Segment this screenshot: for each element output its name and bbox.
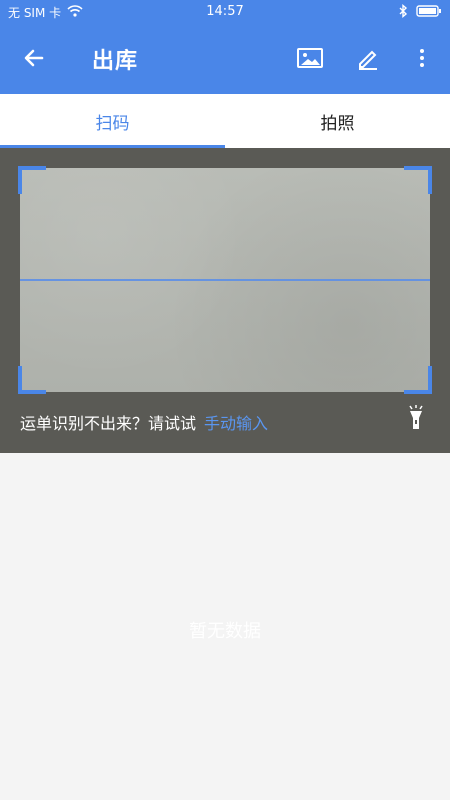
flashlight-icon [406,405,426,435]
tab-photo-label: 拍照 [320,113,355,134]
list-empty-area: 暂无数据 [0,453,450,800]
scan-frame [18,166,432,394]
scan-corner-top-right [404,166,432,194]
more-button[interactable] [404,42,440,78]
scan-line [20,279,430,281]
manual-input-link[interactable]: 手动输入 [204,410,268,434]
scan-corner-top-left [18,166,46,194]
status-bar: 无 SIM 卡 14:57 [0,0,450,24]
image-icon [296,46,324,74]
scan-corner-bottom-right [404,366,432,394]
more-vert-icon [418,46,426,74]
tab-scan[interactable]: 扫码 [0,94,225,148]
gallery-button[interactable] [292,42,328,78]
tab-scan-label: 扫码 [95,113,130,134]
bluetooth-icon [398,4,408,21]
back-button[interactable] [16,42,52,78]
scan-corner-bottom-left [18,366,46,394]
pencil-icon [354,44,382,76]
page-title: 出库 [92,49,139,74]
edit-button[interactable] [350,42,386,78]
torch-button[interactable] [404,405,428,435]
tab-bar: 扫码 拍照 [0,94,450,148]
status-right [398,4,442,21]
scan-hint-text: 运单识别不出来？请试试 [20,414,197,433]
battery-icon [416,5,442,20]
scan-hint: 运单识别不出来？请试试 手动输入 [20,410,268,434]
arrow-left-icon [22,46,46,74]
app-bar: 出库 [0,24,450,94]
scanner-view: 运单识别不出来？请试试 手动输入 [0,148,450,453]
status-time: 14:57 [206,4,244,19]
empty-state-text: 暂无数据 [189,621,261,642]
tab-photo[interactable]: 拍照 [225,94,450,148]
